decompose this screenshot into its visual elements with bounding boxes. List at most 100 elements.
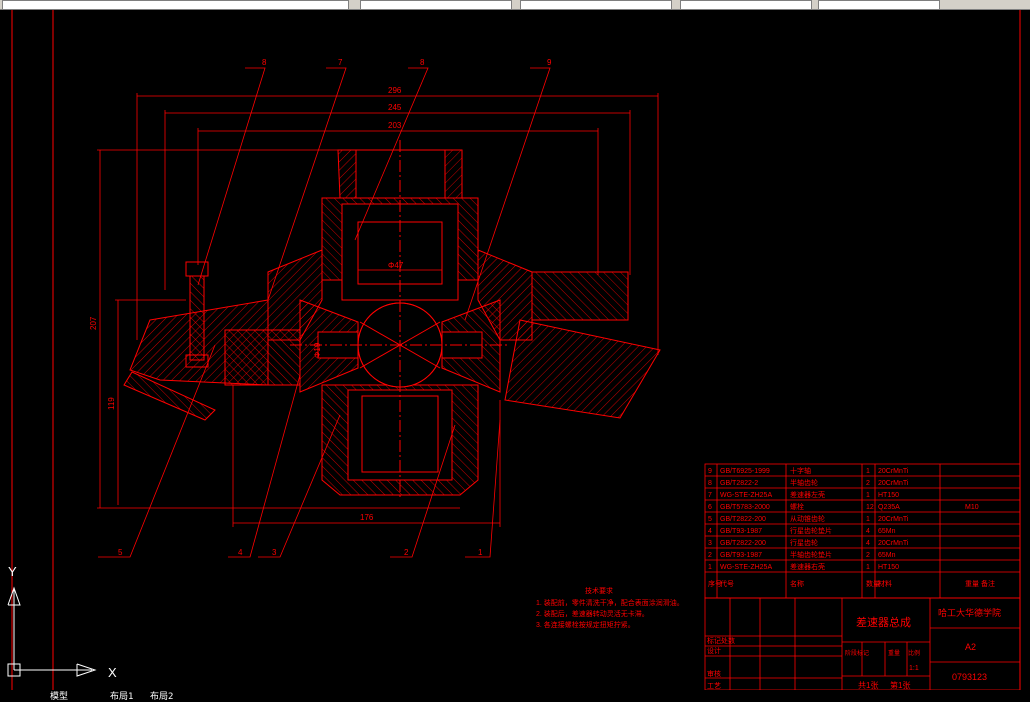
tab-model[interactable]: 模型 <box>50 689 68 702</box>
callout-8a: 8 <box>262 58 267 67</box>
callout-5: 5 <box>118 548 123 557</box>
bom-cell-qty: 1 <box>866 492 870 499</box>
dim-176: 176 <box>360 513 374 522</box>
scale-label: 比例 <box>908 649 920 657</box>
bom-cell-no: 8 <box>708 480 712 487</box>
tech-req-item-3: 3. 各连接螺栓按规定扭矩拧紧。 <box>536 620 635 629</box>
lineweight-combo[interactable] <box>680 0 812 10</box>
bom-cell-material: 20CrMnTi <box>878 468 909 475</box>
bom-cell-qty: 1 <box>866 564 870 571</box>
bom-cell-name: 从动锥齿轮 <box>790 514 825 523</box>
sheet-number: 第1张 <box>890 680 910 690</box>
bom-cell-qty: 2 <box>866 552 870 559</box>
bom-cell-qty: 4 <box>866 528 870 535</box>
bom-cell-no: 9 <box>708 468 712 475</box>
bom-text: 9 GB/T6925-1999 十字轴 1 20CrMnTi 8 GB/T2822-2 半轴齿… <box>708 466 995 588</box>
bom-cell-code: GB/T2822-200 <box>720 540 766 547</box>
tech-req-item-1: 1. 装配前，零件清洗干净，配合表面涂润滑油。 <box>536 598 684 607</box>
bom-cell-name: 差速器左壳 <box>790 490 825 499</box>
tab-layout1[interactable]: 布局1 <box>110 689 133 702</box>
color-combo[interactable] <box>360 0 512 10</box>
weight-label: 重量 <box>888 649 900 657</box>
sheets-total: 共1张 <box>858 681 878 690</box>
bom-cell-material: 65Mn <box>878 552 896 559</box>
school-name: 哈工大华德学院 <box>938 607 1001 618</box>
bom-cell-note: M10 <box>965 504 979 511</box>
bom-cell-qty: 12 <box>866 504 874 511</box>
callout-7: 7 <box>338 58 343 67</box>
bom-cell-no: 6 <box>708 504 712 511</box>
callout-4: 4 <box>238 548 243 557</box>
technical-requirements: 技术要求 1. 装配前，零件清洗干净，配合表面涂润滑油。 2. 装配后，差速器转… <box>536 586 684 629</box>
differential-assembly <box>123 140 661 500</box>
tech-req-title: 技术要求 <box>585 586 613 595</box>
ucs-icon <box>7 586 97 677</box>
stage-label: 阶段标记 <box>845 649 869 657</box>
dim-245: 245 <box>388 103 402 112</box>
dim-phi47: Φ47 <box>388 261 404 270</box>
bom-cell-name: 半轴齿轮垫片 <box>790 550 832 559</box>
label-design: 设计 <box>707 646 721 655</box>
label-revision: 标记处数 <box>707 636 735 645</box>
bom-cell-code: GB/T2822-200 <box>720 516 766 523</box>
bom-header-name: 名称 <box>790 579 804 588</box>
layer-combo[interactable] <box>2 0 349 10</box>
bom-cell-code: WG-STE-ZH25A <box>720 564 772 571</box>
bom-cell-code: GB/T2822-2 <box>720 480 758 487</box>
bom-cell-qty: 1 <box>866 516 870 523</box>
callout-2: 2 <box>404 548 409 557</box>
bom-cell-name: 十字轴 <box>790 466 811 475</box>
bom-cell-no: 2 <box>708 552 712 559</box>
bom-cell-no: 5 <box>708 516 712 523</box>
bom-cell-material: HT150 <box>878 564 899 571</box>
bom-cell-no: 4 <box>708 528 712 535</box>
callout-3: 3 <box>272 548 277 557</box>
drawing-canvas[interactable]: 296 245 203 207 119 176 Φ47 Φ19 8 7 8 9 … <box>0 10 1030 690</box>
dim-119: 119 <box>107 397 116 410</box>
bom-cell-qty: 1 <box>866 468 870 475</box>
bom-header-material: 材料 <box>878 579 892 588</box>
bom-cell-code: GB/T93-1987 <box>720 552 762 559</box>
bom-cell-material: 65Mn <box>878 528 896 535</box>
tech-req-item-2: 2. 装配后，差速器转动灵活无卡滞。 <box>536 609 649 618</box>
plotstyle-combo[interactable] <box>818 0 940 10</box>
bom-cell-no: 3 <box>708 540 712 547</box>
drawing-number: 0793123 <box>952 672 987 682</box>
title-block-text: 差速器总成 哈工大华德学院 A2 0793123 重量 比例 1:1 阶段标记 … <box>707 607 1001 690</box>
dim-296: 296 <box>388 86 402 95</box>
bom-cell-material: 20CrMnTi <box>878 540 909 547</box>
bom-header-note: 重量 备注 <box>965 579 995 588</box>
bom-cell-name: 半轴齿轮 <box>790 478 818 487</box>
callout-8b: 8 <box>420 58 425 67</box>
sheet-size: A2 <box>965 642 976 652</box>
top-toolbar <box>0 0 1030 10</box>
linetype-combo[interactable] <box>520 0 672 10</box>
bom-header-code: 代号 <box>720 579 734 588</box>
bom-cell-name: 螺栓 <box>790 502 804 511</box>
bom-cell-name: 行星齿轮 <box>790 538 818 547</box>
bom-cell-material: 20CrMnTi <box>878 480 909 487</box>
bom-cell-material: HT150 <box>878 492 899 499</box>
tab-layout2[interactable]: 布局2 <box>150 689 173 702</box>
bom-cell-material: Q235A <box>878 504 900 511</box>
dim-203: 203 <box>388 121 402 130</box>
drawing-title: 差速器总成 <box>856 615 911 629</box>
bom-cell-name: 差速器右壳 <box>790 562 825 571</box>
bom-cell-code: GB/T6925-1999 <box>720 468 770 475</box>
dim-phi19: Φ19 <box>313 342 322 358</box>
scale-value: 1:1 <box>909 665 919 672</box>
bom-cell-material: 20CrMnTi <box>878 516 909 523</box>
bom-cell-name: 行星齿轮垫片 <box>790 526 832 535</box>
callout-9: 9 <box>547 58 552 67</box>
ucs-x-label: X <box>108 665 117 680</box>
callout-1: 1 <box>478 548 483 557</box>
label-review: 审核 <box>707 669 721 678</box>
dim-207: 207 <box>89 316 98 330</box>
bom-cell-no: 7 <box>708 492 712 499</box>
bom-cell-code: WG-STE-ZH25A <box>720 492 772 499</box>
bom-cell-qty: 2 <box>866 480 870 487</box>
ucs-labels: Y X <box>8 564 117 680</box>
ucs-y-label: Y <box>8 564 17 579</box>
bom-cell-no: 1 <box>708 564 712 571</box>
bom-cell-qty: 4 <box>866 540 870 547</box>
